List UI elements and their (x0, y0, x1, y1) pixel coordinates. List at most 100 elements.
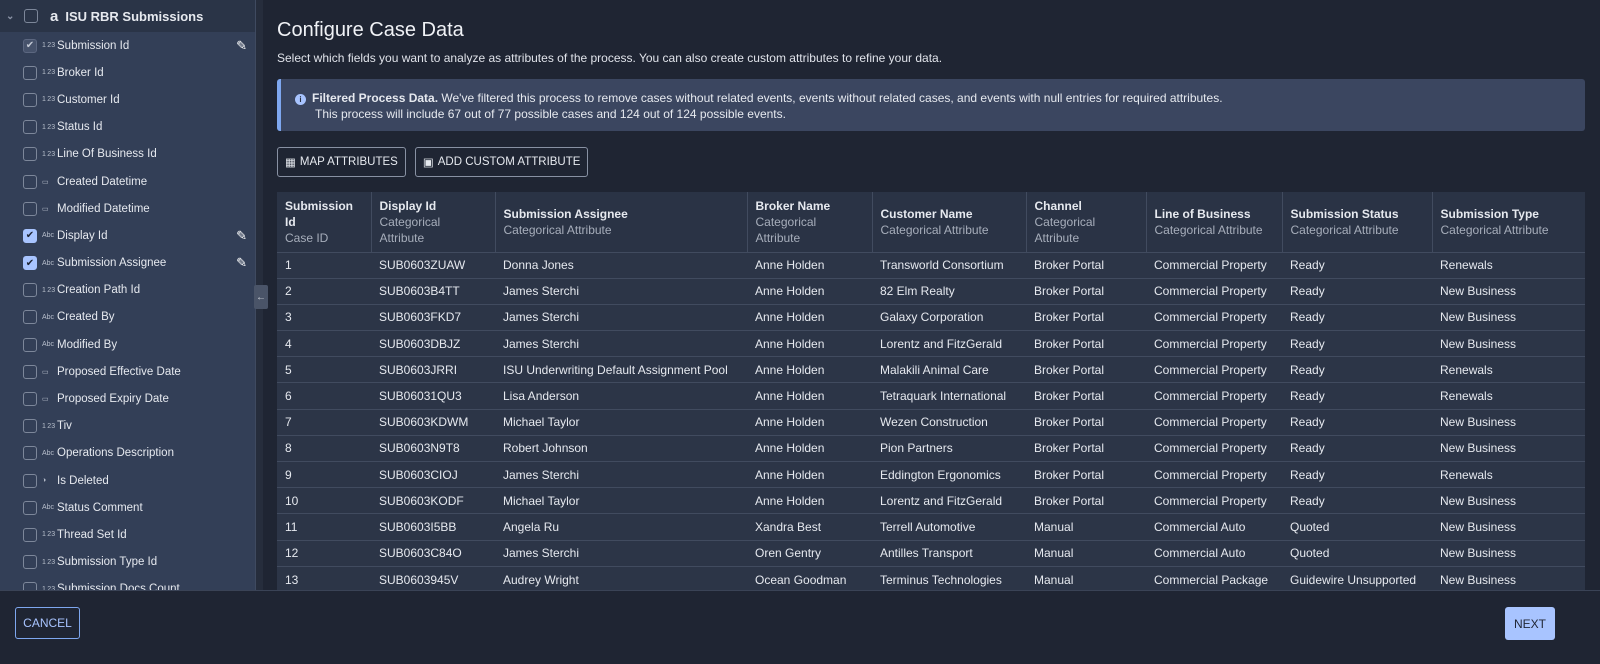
column-header[interactable]: Channel Categorical Attribute (1026, 192, 1147, 252)
edit-icon[interactable]: ✎ (236, 228, 247, 244)
column-header[interactable]: Submission Id Case ID (277, 192, 372, 252)
sidebar-item[interactable]: 1 23 Submission Type Id (0, 549, 255, 576)
type-date-icon: ▭ (42, 178, 49, 186)
sidebar-item[interactable]: ✔ Abc Submission Assignee ✎ (0, 250, 255, 277)
sidebar-item[interactable]: ▭ Modified Datetime (0, 195, 255, 222)
sidebar-item[interactable]: 1 23 Status Id (0, 114, 255, 141)
attribute-checkbox[interactable] (23, 446, 37, 461)
column-header[interactable]: Customer Name Categorical Attribute (872, 192, 1027, 252)
column-header[interactable]: Broker Name Categorical Attribute (747, 192, 873, 252)
table-cell: Galaxy Corporation (872, 303, 1026, 331)
alert-text: We've filtered this process to remove ca… (438, 91, 1223, 105)
column-header[interactable]: Line of Business Categorical Attribute (1146, 192, 1283, 252)
table-cell: Broker Portal (1026, 330, 1146, 357)
table-cell: New Business (1432, 565, 1585, 593)
type-number-icon: 1 23 (42, 422, 56, 430)
type-number-icon: 1 23 (42, 558, 56, 566)
cancel-button[interactable]: CANCEL (15, 607, 80, 639)
table-cell: SUB0603945V (371, 565, 495, 593)
map-attributes-button[interactable]: ▦ MAP ATTRIBUTES (277, 147, 406, 177)
table-row: 12 SUB0603C84O James Sterchi Oren Gentry Ant… (277, 539, 1585, 567)
attribute-checkbox[interactable] (23, 337, 37, 352)
attribute-checkbox[interactable] (23, 473, 37, 488)
attribute-checkbox[interactable] (23, 65, 37, 80)
attribute-label: Created By (57, 311, 115, 324)
attribute-checkbox[interactable] (23, 310, 37, 325)
attribute-checkbox[interactable] (23, 527, 37, 542)
table-cell: 4 (277, 330, 371, 357)
alert-title: Filtered Process Data. (312, 91, 439, 105)
table-cell: New Business (1432, 303, 1585, 331)
attribute-checkbox[interactable] (23, 283, 37, 298)
select-all-checkbox[interactable] (24, 9, 38, 23)
type-date-icon: ▭ (42, 205, 49, 213)
table-cell: SUB0603JRRI (371, 356, 495, 383)
column-title: Submission Assignee (503, 206, 628, 221)
column-header[interactable]: Display Id Categorical Attribute (371, 192, 496, 252)
attribute-label: Display Id (57, 229, 108, 242)
sidebar-item[interactable]: 1 23 Creation Path Id (0, 277, 255, 304)
column-type: Categorical Attribute (503, 222, 612, 237)
table-cell: Ready (1282, 487, 1432, 514)
attribute-checkbox[interactable] (23, 500, 37, 515)
attribute-checkbox[interactable] (23, 120, 37, 135)
attribute-checkbox[interactable] (23, 201, 37, 216)
attribute-checkbox[interactable]: ✔ (23, 38, 37, 53)
sidebar-item[interactable]: 1 23 Customer Id (0, 86, 255, 113)
table-cell: Ready (1282, 408, 1432, 436)
table-cell: Renewals (1432, 356, 1585, 383)
sidebar-item[interactable]: Abc Created By (0, 304, 255, 331)
sidebar-item[interactable]: ✔ 1 23 Submission Id ✎ (0, 32, 255, 59)
table-cell: Commercial Auto (1146, 539, 1282, 567)
column-header[interactable]: Submission Assignee Categorical Attribute (495, 192, 748, 252)
table-cell: Ready (1282, 460, 1432, 488)
sidebar-item[interactable]: 1 23 Line Of Business Id (0, 141, 255, 168)
collapse-arrow-icon[interactable]: ← (254, 285, 268, 309)
sidebar-item[interactable]: ▭ Proposed Effective Date (0, 358, 255, 385)
sidebar-item[interactable]: ▭ Proposed Expiry Date (0, 385, 255, 412)
attribute-label: Proposed Effective Date (57, 365, 181, 378)
table-cell: SUB0603KDWM (371, 408, 495, 436)
sidebar-item[interactable]: 1 23 Submission Docs Count (0, 576, 255, 590)
attribute-checkbox[interactable] (23, 174, 37, 189)
attribute-checkbox[interactable] (23, 364, 37, 379)
sidebar-item[interactable]: Abc Modified By (0, 331, 255, 358)
chevron-down-icon[interactable]: ⌄ (6, 11, 20, 22)
column-header[interactable]: Submission Status Categorical Attribute (1282, 192, 1433, 252)
attribute-checkbox[interactable] (23, 147, 37, 162)
attribute-checkbox[interactable] (23, 419, 37, 434)
sidebar-item[interactable]: Abc Status Comment (0, 494, 255, 521)
next-button[interactable]: NEXT (1505, 607, 1555, 640)
attribute-checkbox[interactable] (23, 392, 37, 407)
attribute-checkbox[interactable] (23, 92, 37, 107)
table-row: 8 SUB0603N9T8 Robert Johnson Anne Holden Pio… (277, 434, 1585, 462)
sidebar-item[interactable]: Abc Operations Description (0, 440, 255, 467)
attribute-label: Operations Description (57, 447, 174, 460)
edit-icon[interactable]: ✎ (236, 255, 247, 271)
sidebar-item[interactable]: 1 23 Thread Set Id (0, 521, 255, 548)
table-cell: New Business (1432, 539, 1585, 567)
map-attributes-label: MAP ATTRIBUTES (299, 156, 398, 168)
column-title: Submission Type (1440, 206, 1539, 221)
table-cell: Commercial Property (1146, 356, 1282, 383)
sidebar-item[interactable]: ◑ Is Deleted (0, 467, 255, 494)
sidebar-item[interactable]: 1 23 Tiv (0, 413, 255, 440)
add-custom-attribute-label: ADD CUSTOM ATTRIBUTE (437, 156, 581, 168)
table-cell: Anne Holden (747, 460, 872, 488)
table-cell: Lisa Anderson (495, 382, 747, 410)
sidebar-item[interactable]: 1 23 Broker Id (0, 59, 255, 86)
column-header[interactable]: Submission Type Categorical Attribute (1432, 192, 1585, 252)
table-cell: Terminus Technologies (872, 565, 1026, 593)
attribute-checkbox[interactable] (23, 582, 37, 590)
attribute-label: Customer Id (57, 93, 120, 106)
attribute-checkbox[interactable] (23, 555, 37, 570)
attribute-checkbox[interactable]: ✔ (23, 228, 37, 243)
edit-icon[interactable]: ✎ (236, 38, 247, 54)
sidebar-item[interactable]: ▭ Created Datetime (0, 168, 255, 195)
main-content: Configure Case Data Select which fields … (277, 0, 1600, 593)
table-cell: Manual (1026, 513, 1146, 541)
calculator-icon: ▣ (422, 157, 434, 169)
attribute-checkbox[interactable]: ✔ (23, 256, 37, 271)
sidebar-item[interactable]: ✔ Abc Display Id ✎ (0, 222, 255, 249)
add-custom-attribute-button[interactable]: ▣ ADD CUSTOM ATTRIBUTE (414, 147, 589, 177)
